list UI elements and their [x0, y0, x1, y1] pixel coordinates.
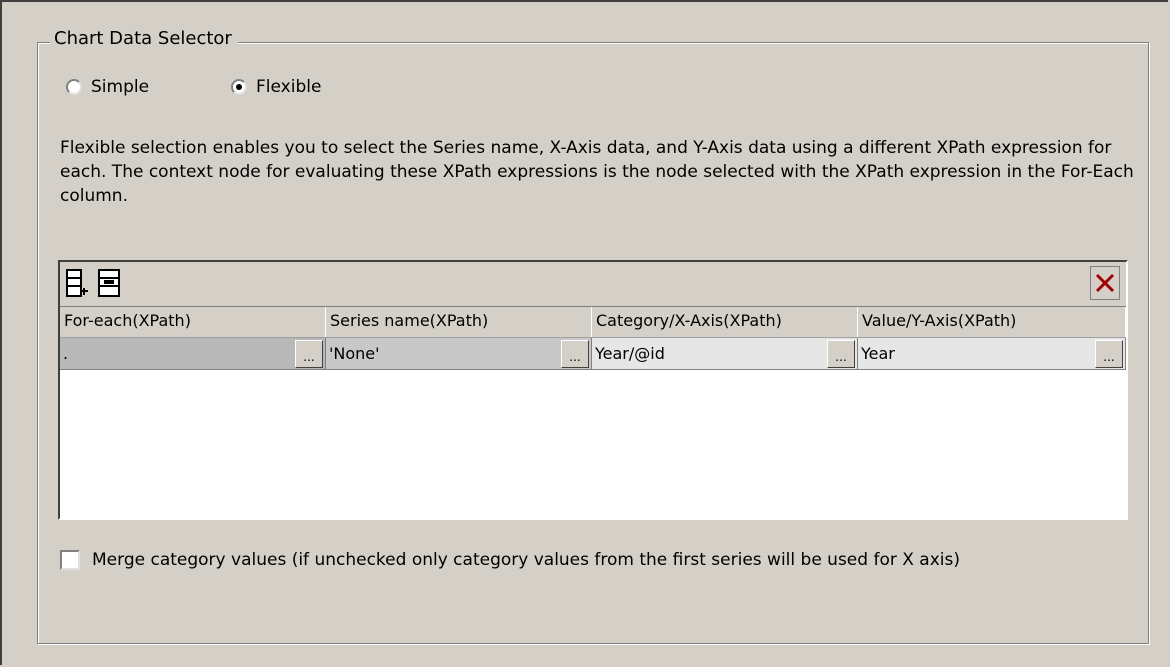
category-x-axis-browse-button[interactable]: ... — [827, 339, 855, 368]
column-header-category-x-axis[interactable]: Category/X-Axis(XPath) — [592, 307, 858, 337]
group-title: Chart Data Selector — [50, 27, 238, 51]
merge-category-label: Merge category values (if unchecked only… — [92, 550, 960, 570]
delete-icon[interactable] — [1090, 266, 1120, 300]
grid-header: For-each(XPath) Series name(XPath) Categ… — [60, 307, 1126, 338]
for-each-cell[interactable]: . ... — [60, 338, 326, 370]
simple-radio-label: Simple — [91, 77, 150, 97]
column-header-value-y-axis[interactable]: Value/Y-Axis(XPath) — [858, 307, 1126, 337]
merge-category-option[interactable]: Merge category values (if unchecked only… — [60, 550, 960, 570]
simple-radio[interactable] — [66, 79, 82, 95]
category-x-axis-value[interactable]: Year/@id — [592, 344, 827, 363]
column-header-series-name[interactable]: Series name(XPath) — [326, 307, 592, 337]
column-header-for-each[interactable]: For-each(XPath) — [60, 307, 326, 337]
series-name-value[interactable]: 'None' — [326, 344, 561, 363]
flexible-radio[interactable] — [231, 79, 247, 95]
series-name-browse-button[interactable]: ... — [561, 339, 589, 368]
category-x-axis-cell[interactable]: Year/@id ... — [592, 338, 858, 370]
simple-radio-option[interactable]: Simple — [66, 74, 149, 100]
append-row-icon[interactable] — [94, 266, 124, 300]
value-y-axis-value[interactable]: Year — [858, 344, 1095, 363]
flexible-radio-option[interactable]: Flexible — [231, 74, 321, 100]
value-y-axis-browse-button[interactable]: ... — [1095, 339, 1123, 368]
table-row: . ... 'None' ... Year/@id ... Year ... — [60, 338, 1126, 370]
xpath-grid: For-each(XPath) Series name(XPath) Categ… — [58, 260, 1128, 520]
flexible-radio-label: Flexible — [256, 77, 322, 97]
series-name-cell[interactable]: 'None' ... — [326, 338, 592, 370]
insert-row-icon[interactable] — [62, 266, 92, 300]
for-each-value[interactable]: . — [60, 344, 295, 363]
flexible-description: Flexible selection enables you to select… — [60, 138, 1134, 206]
grid-toolbar — [60, 262, 1126, 307]
for-each-browse-button[interactable]: ... — [295, 339, 323, 368]
value-y-axis-cell[interactable]: Year ... — [858, 338, 1126, 370]
merge-category-checkbox[interactable] — [60, 550, 80, 570]
